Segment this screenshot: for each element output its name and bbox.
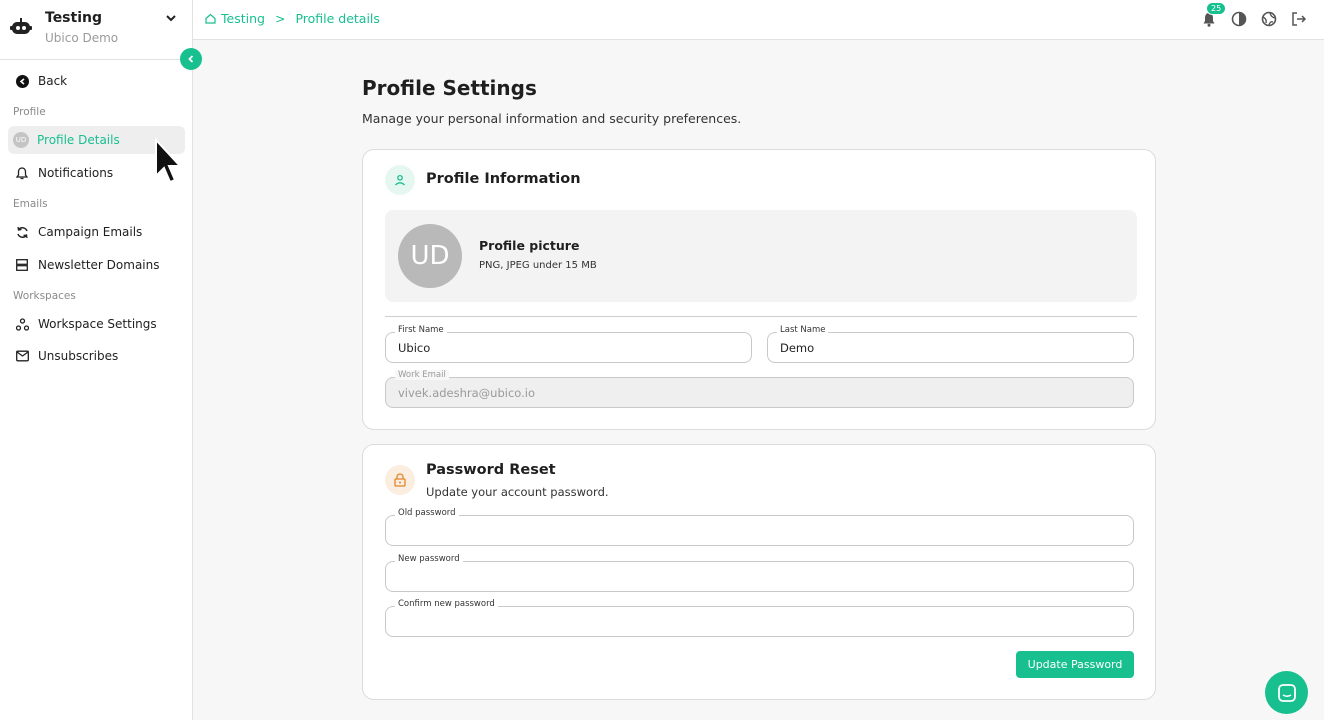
chevron-down-icon[interactable] xyxy=(165,12,177,24)
sidebar-item-newsletter-domains[interactable]: Newsletter Domains xyxy=(8,251,185,279)
sidebar-item-label: Unsubscribes xyxy=(38,349,119,363)
topbar: Testing > Profile details 25 xyxy=(193,0,1324,40)
page-title: Profile Settings xyxy=(362,76,537,100)
work-email-field: Work Email vivek.adeshra@ubico.io xyxy=(385,370,1134,408)
robot-logo-icon xyxy=(10,18,32,34)
workspace-subtitle: Ubico Demo xyxy=(45,31,119,45)
first-name-label: First Name xyxy=(395,325,447,335)
notifications-button[interactable]: 25 xyxy=(1200,2,1227,28)
new-password-field[interactable]: New password xyxy=(385,554,1134,592)
breadcrumb-item-workspace[interactable]: Testing xyxy=(221,11,265,26)
bell-icon xyxy=(15,166,29,180)
back-label: Back xyxy=(38,74,68,88)
section-emails: Emails xyxy=(13,198,48,210)
sidebar-item-unsubscribes[interactable]: Unsubscribes xyxy=(8,342,185,370)
last-name-value: Demo xyxy=(780,341,815,355)
logout-icon xyxy=(1292,12,1307,26)
refresh-icon xyxy=(15,225,29,239)
new-password-label: New password xyxy=(395,554,463,564)
sidebar: Testing Ubico Demo Back Profile UD Profi… xyxy=(0,0,193,720)
globe-button[interactable] xyxy=(1260,10,1278,28)
chat-launcher-button[interactable] xyxy=(1265,671,1308,714)
password-card-subtitle: Update your account password. xyxy=(426,485,609,499)
avatar: UD xyxy=(13,132,29,148)
back-arrow-icon xyxy=(15,74,29,88)
sidebar-item-label: Campaign Emails xyxy=(38,225,143,239)
breadcrumb: Testing > Profile details xyxy=(205,11,380,26)
globe-icon xyxy=(1261,11,1277,27)
workspace-switcher[interactable]: Testing Ubico Demo xyxy=(0,0,192,60)
chat-icon xyxy=(1277,683,1296,702)
lock-icon xyxy=(385,465,415,495)
sidebar-item-label: Notifications xyxy=(38,166,114,180)
notification-badge: 25 xyxy=(1206,2,1227,15)
user-icon xyxy=(385,165,415,195)
avatar[interactable]: UD xyxy=(398,224,462,288)
update-password-button[interactable]: Update Password xyxy=(1016,651,1134,678)
server-icon xyxy=(15,258,29,272)
home-icon xyxy=(205,13,216,24)
section-workspaces: Workspaces xyxy=(13,290,76,302)
mouse-cursor-icon xyxy=(155,138,183,184)
sidebar-item-label: Workspace Settings xyxy=(38,317,157,331)
logout-button[interactable] xyxy=(1290,10,1308,28)
old-password-field[interactable]: Old password xyxy=(385,508,1134,546)
confirm-password-label: Confirm new password xyxy=(395,599,498,609)
profile-card-title: Profile Information xyxy=(426,171,581,187)
old-password-label: Old password xyxy=(395,508,459,518)
network-icon xyxy=(15,317,29,331)
profile-picture-title: Profile picture xyxy=(479,238,580,253)
breadcrumb-separator: > xyxy=(274,11,286,26)
work-email-label: Work Email xyxy=(395,370,449,380)
workspace-name: Testing xyxy=(45,10,102,26)
last-name-label: Last Name xyxy=(777,325,829,335)
breadcrumb-item-current: Profile details xyxy=(295,11,380,26)
sidebar-item-label: Profile Details xyxy=(37,133,120,147)
collapse-sidebar-button[interactable] xyxy=(180,48,202,70)
password-card-title: Password Reset xyxy=(426,462,556,478)
profile-information-card: Profile Information UD Profile picture P… xyxy=(362,149,1156,430)
first-name-field[interactable]: First Name Ubico xyxy=(385,325,752,363)
profile-picture-hint: PNG, JPEG under 15 MB xyxy=(479,260,597,271)
profile-picture-section[interactable]: UD Profile picture PNG, JPEG under 15 MB xyxy=(385,210,1137,302)
work-email-value: vivek.adeshra@ubico.io xyxy=(398,386,536,400)
theme-toggle-button[interactable] xyxy=(1230,10,1248,28)
divider xyxy=(385,316,1137,317)
sidebar-item-campaign-emails[interactable]: Campaign Emails xyxy=(8,218,185,246)
mail-x-icon xyxy=(15,349,29,363)
section-profile: Profile xyxy=(13,106,46,118)
first-name-value: Ubico xyxy=(398,341,431,355)
chevron-left-icon xyxy=(188,55,194,63)
confirm-password-field[interactable]: Confirm new password xyxy=(385,599,1134,637)
page-subtitle: Manage your personal information and sec… xyxy=(362,111,742,126)
last-name-field[interactable]: Last Name Demo xyxy=(767,325,1134,363)
sidebar-item-label: Newsletter Domains xyxy=(38,258,160,272)
password-reset-card: Password Reset Update your account passw… xyxy=(362,444,1156,700)
contrast-icon xyxy=(1231,11,1247,27)
back-button[interactable]: Back xyxy=(8,67,185,95)
sidebar-item-workspace-settings[interactable]: Workspace Settings xyxy=(8,310,185,338)
